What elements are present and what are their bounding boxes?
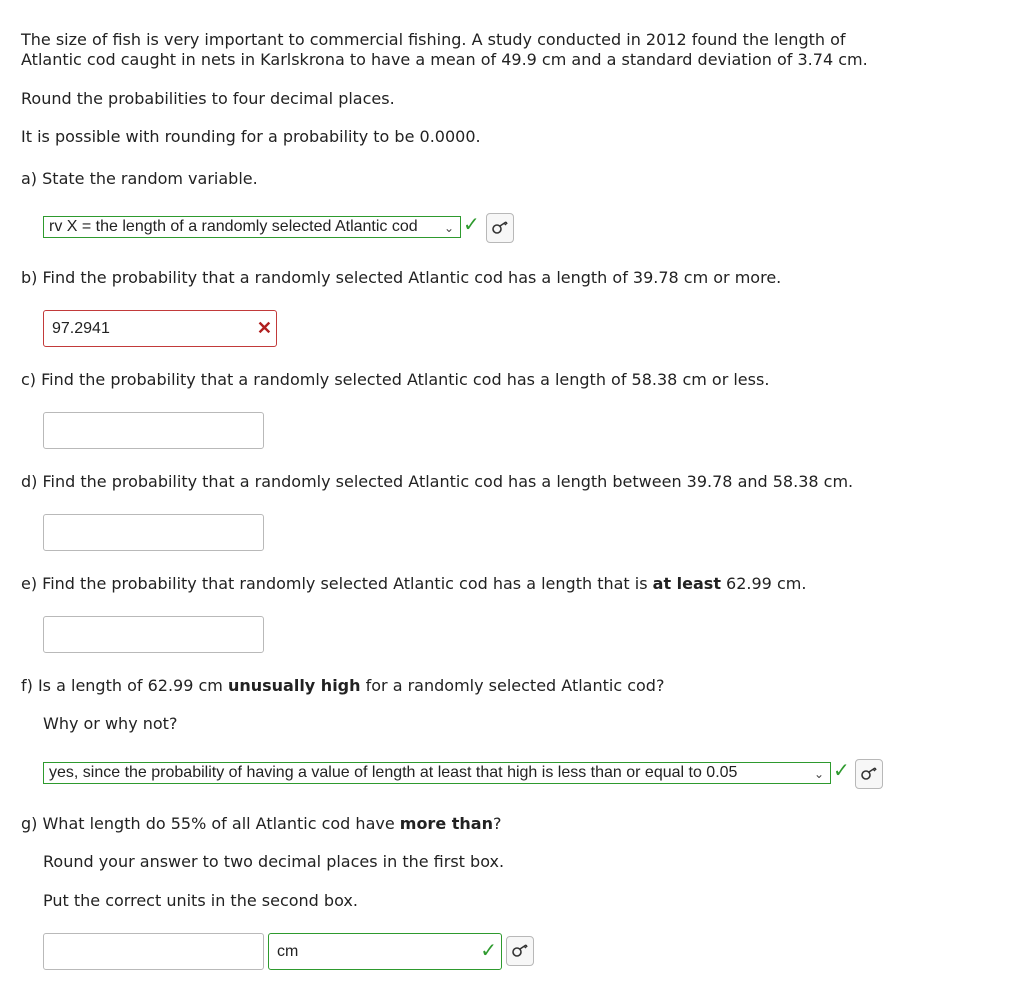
unusual-reason-selected: yes, since the probability of having a v… [49,764,738,781]
cross-icon: ✕ [256,318,272,338]
question-f-pre: f) Is a length of 62.99 cm [21,676,228,695]
intro-line-2: Atlantic cod caught in nets in Karlskron… [21,50,868,69]
zero-note: It is possible with rounding for a proba… [21,127,481,146]
chevron-down-icon: ⌄ [443,221,454,235]
question-f-post: for a randomly selected Atlantic cod? [360,676,665,695]
answer-g-input[interactable] [43,933,264,970]
chevron-down-icon: ⌄ [813,767,824,781]
check-icon: ✓ [463,212,480,236]
question-e-pre: e) Find the probability that randomly se… [21,574,653,593]
key-button[interactable] [855,759,883,789]
key-icon [861,767,877,780]
check-icon: ✓ [833,758,850,782]
why-label: Why or why not? [43,714,178,733]
problem-intro: The size of fish is very important to co… [21,30,921,70]
answer-e-input[interactable] [43,616,264,653]
round-note-g: Round your answer to two decimal places … [43,852,505,871]
units-g-value: cm [277,943,299,960]
key-icon [492,221,508,234]
question-e: e) Find the probability that randomly se… [21,574,806,594]
answer-c-input[interactable] [43,412,264,449]
question-f-bold: unusually high [227,676,361,695]
question-g-pre: g) What length do 55% of all Atlantic co… [21,814,400,833]
random-variable-select[interactable]: rv X = the length of a randomly selected… [43,216,461,238]
answer-d-input[interactable] [43,514,264,551]
question-f: f) Is a length of 62.99 cm unusually hig… [21,676,664,696]
question-e-post: 62.99 cm. [720,574,807,593]
question-a: a) State the random variable. [21,169,258,188]
key-button[interactable] [486,213,514,243]
random-variable-selected: rv X = the length of a randomly selected… [49,218,418,235]
units-note-g: Put the correct units in the second box. [43,891,358,910]
rounding-note: Round the probabilities to four decimal … [21,89,395,108]
intro-line-1: The size of fish is very important to co… [21,30,846,49]
key-icon [512,944,528,957]
units-g-input[interactable]: cm ✓ [268,933,502,970]
key-button[interactable] [506,936,534,966]
question-g-post: ? [492,814,502,833]
question-b: b) Find the probability that a randomly … [21,268,782,287]
answer-b-input[interactable]: 97.2941 ✕ [43,310,277,347]
question-d: d) Find the probability that a randomly … [21,472,854,491]
question-c: c) Find the probability that a randomly … [21,370,770,389]
question-e-bold: at least [652,574,721,593]
question-g: g) What length do 55% of all Atlantic co… [21,814,501,834]
check-icon: ✓ [480,940,497,962]
answer-b-value: 97.2941 [52,320,110,337]
unusual-reason-select[interactable]: yes, since the probability of having a v… [43,762,831,784]
question-g-bold: more than [399,814,493,833]
